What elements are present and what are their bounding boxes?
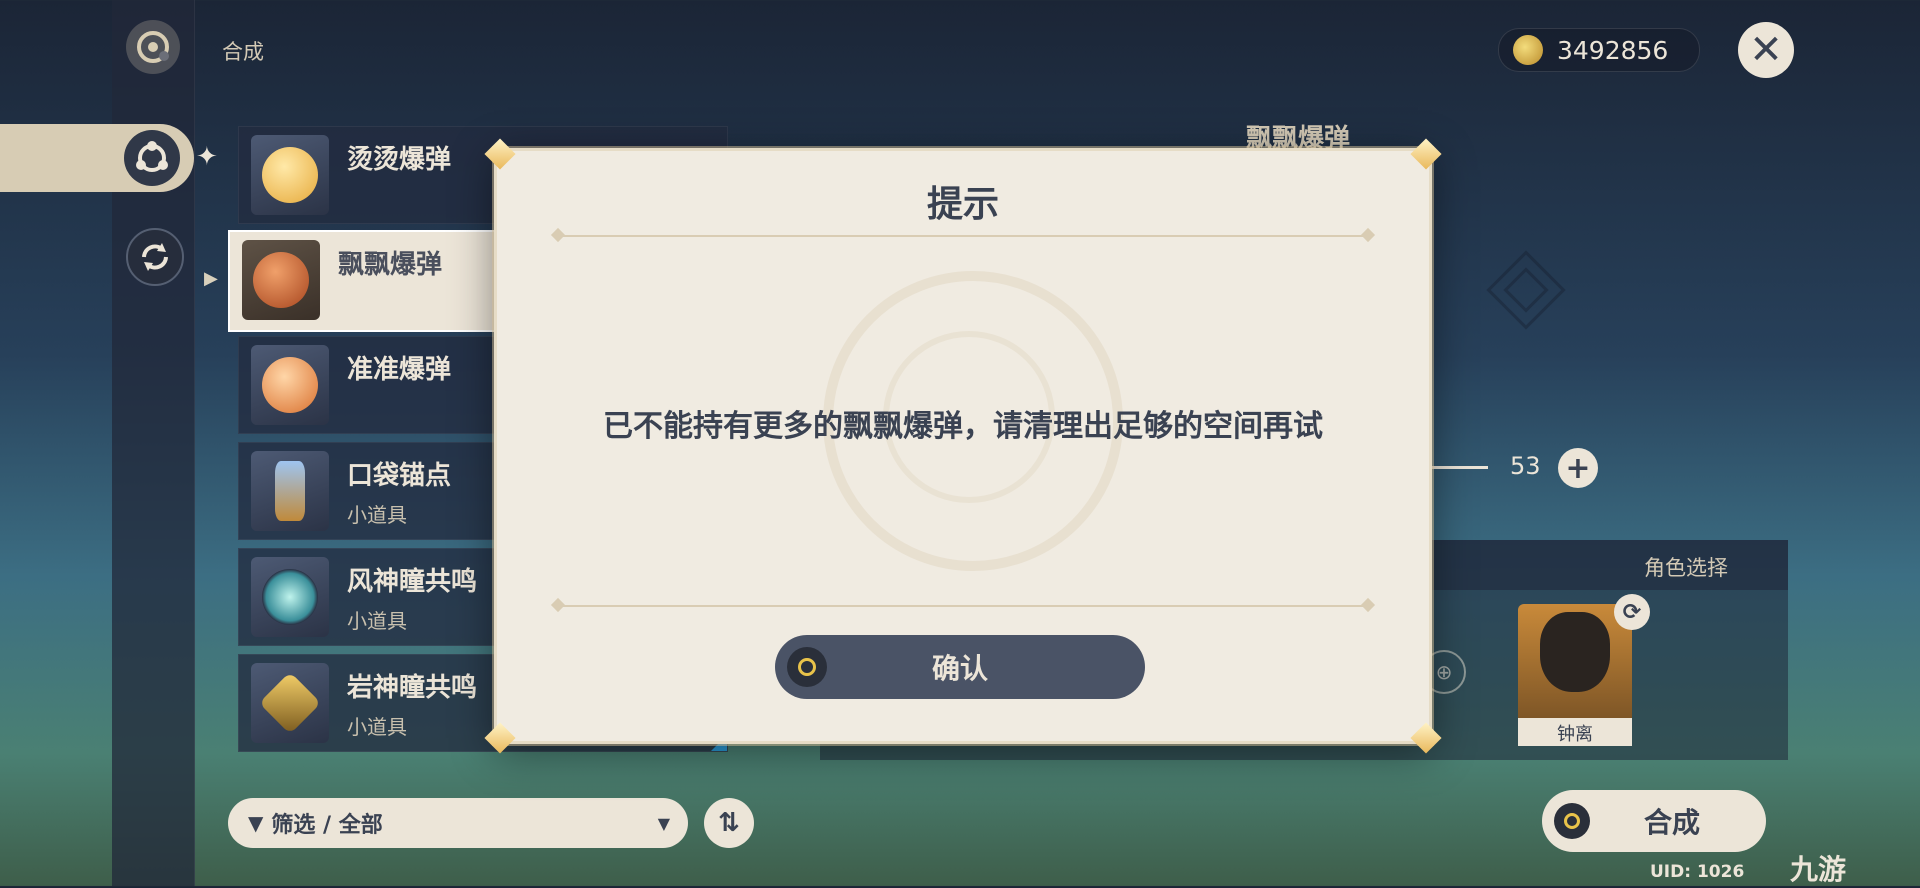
quantity-value: 53 [1510,452,1541,480]
currency-value: 3492856 [1557,35,1669,65]
gamepad-button-icon [787,647,827,687]
watermark-logo: 九游 [1790,853,1847,886]
item-category: 小道具 [347,503,407,527]
item-thumbnail [251,135,329,215]
plus-icon: + [1565,450,1591,486]
item-name: 口袋锚点 [347,461,452,491]
item-thumbnail [251,663,329,743]
mora-coin-icon [1513,35,1543,65]
funnel-icon: ▼ [248,811,264,835]
character-name: 钟离 [1557,724,1593,745]
item-name: 岩神瞳共鸣 [347,673,478,703]
bomb-icon [262,357,318,413]
anemo-resonance-icon [262,569,318,625]
section-title: 合成 [222,40,264,64]
geo-resonance-icon [258,671,322,735]
gamepad-button-icon [1554,803,1590,839]
chevron-down-icon: ▼ [657,813,670,833]
currency-display: 3492856 [1498,28,1700,72]
confirm-label: 确认 [931,652,988,685]
item-name: 准准爆弹 [347,355,452,385]
craft-button-label: 合成 [1644,806,1701,839]
item-name: 风神瞳共鸣 [347,567,478,597]
close-icon: ✕ [1749,27,1783,73]
corner-ornament [1410,138,1442,170]
bomb-icon [253,252,309,308]
filter-dropdown[interactable]: ▼ 筛选 / 全部 ▼ [228,798,688,848]
selection-arrow-icon: ▶ [204,268,218,289]
craft-button[interactable]: 合成 [1542,790,1766,852]
swap-character-icon[interactable]: ⟳ [1614,594,1650,630]
bomb-icon [262,147,318,203]
item-category: 小道具 [347,715,407,739]
confirm-button[interactable]: 确认 [775,635,1145,699]
item-thumbnail [242,240,320,320]
close-button[interactable]: ✕ [1738,22,1794,78]
item-name: 烫烫爆弹 [347,145,452,175]
dialog-title: 提示 [926,184,999,225]
item-thumbnail [251,345,329,425]
plus-button[interactable]: + [1558,448,1598,488]
alchemy-icon[interactable] [124,130,180,186]
character-select-label: 角色选择 [1644,556,1728,580]
character-avatar [1540,612,1610,692]
uid-label: UID: 1026 [1650,862,1745,882]
dialog-message: 已不能持有更多的飘飘爆弹，请清理出足够的空间再试 [603,409,1323,444]
crafting-icon[interactable] [126,20,180,74]
alert-dialog: 提示 已不能持有更多的飘飘爆弹，请清理出足够的空间再试 确认 [484,138,1442,754]
item-thumbnail [251,451,329,531]
divider [557,235,1369,237]
item-category: 小道具 [347,609,407,633]
anchor-icon [275,461,305,521]
divider [557,605,1369,607]
filter-label: 筛选 / 全部 [271,813,383,838]
sort-button[interactable]: ⇅ [704,798,754,848]
sort-icon: ⇅ [718,808,740,838]
item-name: 飘飘爆弹 [338,250,443,280]
item-thumbnail [251,557,329,637]
convert-icon[interactable] [126,228,184,286]
sparkle-icon: ✦ [196,142,218,172]
